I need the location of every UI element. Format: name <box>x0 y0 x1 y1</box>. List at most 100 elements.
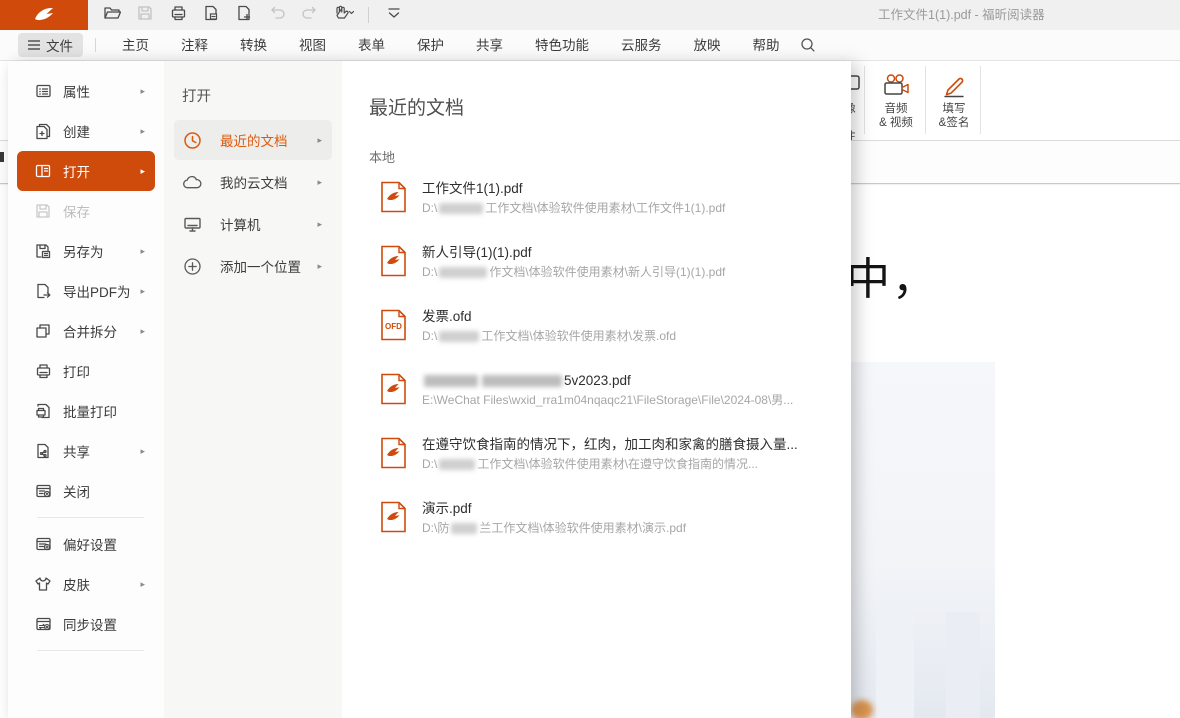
submenu-arrow-icon: ▸ <box>140 86 145 97</box>
page-remove-icon <box>203 5 219 26</box>
properties-icon <box>34 82 52 100</box>
open-book-icon <box>34 162 52 180</box>
tab-特色功能[interactable]: 特色功能 <box>519 30 605 61</box>
undo-icon <box>269 6 285 25</box>
sync-settings-icon <box>34 615 52 633</box>
hand-tool-button[interactable] <box>333 5 353 25</box>
pdf-file-icon <box>380 181 407 213</box>
tab-file[interactable]: 文件 <box>18 33 83 57</box>
customize-toolbar-button[interactable] <box>384 5 404 25</box>
redacted-text <box>424 375 478 387</box>
pdf-file-icon <box>380 437 407 469</box>
pencil-button[interactable]: 填写 &签名 <box>926 68 982 130</box>
search-button[interactable] <box>800 37 816 53</box>
tab-注释[interactable]: 注释 <box>165 30 224 61</box>
cloud-icon <box>183 173 202 192</box>
open-panel-item-计算机[interactable]: 计算机▸ <box>174 204 332 244</box>
file-menu-item-偏好设置[interactable]: 偏好设置 <box>17 524 155 564</box>
redo-icon <box>302 6 318 25</box>
recent-file-row[interactable]: 工作文件1(1).pdfD:\工作文档\体验软件使用素材\工作文件1(1).pd… <box>369 178 851 242</box>
print-icon <box>170 5 187 26</box>
tab-主页[interactable]: 主页 <box>106 30 165 61</box>
recent-file-row[interactable]: OFD 发票.ofd D:\工作文档\体验软件使用素材\发票.ofd <box>369 306 851 370</box>
menubar-divider <box>95 38 96 52</box>
search-icon <box>800 37 816 53</box>
file-menu-item-label: 偏好设置 <box>63 534 117 554</box>
text-segment: 工作文档\体验软件使用素材\发票.ofd <box>481 329 676 343</box>
file-menu-item-同步设置[interactable]: 同步设置 <box>17 604 155 644</box>
file-menu-item-打印[interactable]: 打印 <box>17 351 155 391</box>
file-menu-item-打开[interactable]: 打开▸ <box>17 151 155 191</box>
open-panel-item-我的云文档[interactable]: 我的云文档▸ <box>174 162 332 202</box>
open-panel-item-添加一个位置[interactable]: 添加一个位置▸ <box>174 246 332 286</box>
file-menu-item-合并拆分[interactable]: 合并拆分▸ <box>17 311 155 351</box>
ribbon-group-divider <box>925 66 926 134</box>
tab-共享[interactable]: 共享 <box>460 30 519 61</box>
tab-表单[interactable]: 表单 <box>342 30 401 61</box>
open-folder-button[interactable] <box>102 5 122 25</box>
text-segment: E:\WeChat Files\wxid_rra1m04nqaqc21\File… <box>422 393 793 407</box>
tab-放映[interactable]: 放映 <box>678 30 737 61</box>
file-name: 发票.ofd <box>422 307 676 326</box>
ofd-file-icon: OFD <box>380 309 407 341</box>
document-embedded-image <box>851 362 995 718</box>
undo-button[interactable] <box>267 5 287 25</box>
open-submenu-panel: 打开 最近的文档▸我的云文档▸计算机▸添加一个位置▸ <box>164 61 342 718</box>
submenu-arrow-icon: ▸ <box>317 219 322 230</box>
pdf-file-icon <box>380 501 407 533</box>
text-segment: D:\ <box>422 201 437 215</box>
clock-icon <box>183 131 202 150</box>
file-menu-item-另存为[interactable]: 另存为▸ <box>17 231 155 271</box>
text-segment: D:\防 <box>422 521 449 535</box>
recent-file-row[interactable]: 新人引导(1)(1).pdfD:\作文档\体验软件使用素材\新人引导(1)(1)… <box>369 242 851 306</box>
file-menu-item-关闭[interactable]: 关闭 <box>17 471 155 511</box>
merge-split-icon <box>34 322 52 340</box>
preferences-icon <box>34 535 52 553</box>
file-menu-item-皮肤[interactable]: 皮肤▸ <box>17 564 155 604</box>
text-segment: 作文档\体验软件使用素材\新人引导(1)(1).pdf <box>489 265 725 279</box>
document-text-fragment: 中， <box>846 243 938 307</box>
tab-云服务[interactable]: 云服务 <box>605 30 678 61</box>
menu-divider <box>37 650 144 651</box>
open-panel-item-最近的文档[interactable]: 最近的文档▸ <box>174 120 332 160</box>
submenu-arrow-icon: ▸ <box>140 286 145 297</box>
file-name: 新人引导(1)(1).pdf <box>422 243 725 262</box>
quick-access-toolbar <box>102 0 404 30</box>
text-segment: 新人引导(1)(1).pdf <box>422 245 532 260</box>
file-menu-item-共享[interactable]: 共享▸ <box>17 431 155 471</box>
foxit-bird-icon <box>33 6 55 24</box>
file-menu-item-保存[interactable]: 保存 <box>17 191 155 231</box>
tab-帮助[interactable]: 帮助 <box>737 30 796 61</box>
video-camera-button[interactable]: 音频 & 视频 <box>868 68 924 130</box>
recent-documents-panel: 最近的文档 本地 工作文件1(1).pdfD:\工作文档\体验软件使用素材\工作… <box>342 61 851 718</box>
file-menu-item-创建[interactable]: 创建▸ <box>17 111 155 151</box>
tab-保护[interactable]: 保护 <box>401 30 460 61</box>
recent-file-row[interactable]: 演示.pdfD:\防兰工作文档\体验软件使用素材\演示.pdf <box>369 498 851 562</box>
recent-file-row[interactable]: 在遵守饮食指南的情况下，红肉，加工肉和家禽的膳食摄入量...D:\工作文档\体验… <box>369 434 851 498</box>
page-remove-button[interactable] <box>201 5 221 25</box>
submenu-arrow-icon: ▸ <box>140 579 145 590</box>
recent-file-row[interactable]: 5v2023.pdfE:\WeChat Files\wxid_rra1m04nq… <box>369 370 851 434</box>
redo-button[interactable] <box>300 5 320 25</box>
tab-转换[interactable]: 转换 <box>224 30 283 61</box>
file-menu-item-label: 批量打印 <box>63 401 117 421</box>
redacted-text <box>439 459 475 470</box>
menu-divider <box>37 517 144 518</box>
file-path: E:\WeChat Files\wxid_rra1m04nqaqc21\File… <box>422 392 793 409</box>
file-menu-item-label: 导出PDF为 <box>63 281 131 301</box>
save-button[interactable] <box>135 5 155 25</box>
page-add-button[interactable] <box>234 5 254 25</box>
toolbar-divider <box>368 7 369 23</box>
recent-file-list: 工作文件1(1).pdfD:\工作文档\体验软件使用素材\工作文件1(1).pd… <box>369 178 851 562</box>
tab-视图[interactable]: 视图 <box>283 30 342 61</box>
file-menu-item-批量打印[interactable]: 批量打印 <box>17 391 155 431</box>
submenu-arrow-icon: ▸ <box>317 177 322 188</box>
share-icon <box>34 442 52 460</box>
ribbon-button-label: 填写 &签名 <box>926 102 982 130</box>
print-button[interactable] <box>168 5 188 25</box>
file-path: D:\工作文档\体验软件使用素材\发票.ofd <box>422 328 676 345</box>
file-menu-item-导出PDF为[interactable]: 导出PDF为 ▸ <box>17 271 155 311</box>
app-window: 工作文件1(1).pdf - 福昕阅读器 文件 主页注释转换视图表单保护共享特色… <box>0 0 1180 718</box>
file-menu-item-label: 打印 <box>63 361 90 381</box>
file-menu-item-属性[interactable]: 属性▸ <box>17 71 155 111</box>
